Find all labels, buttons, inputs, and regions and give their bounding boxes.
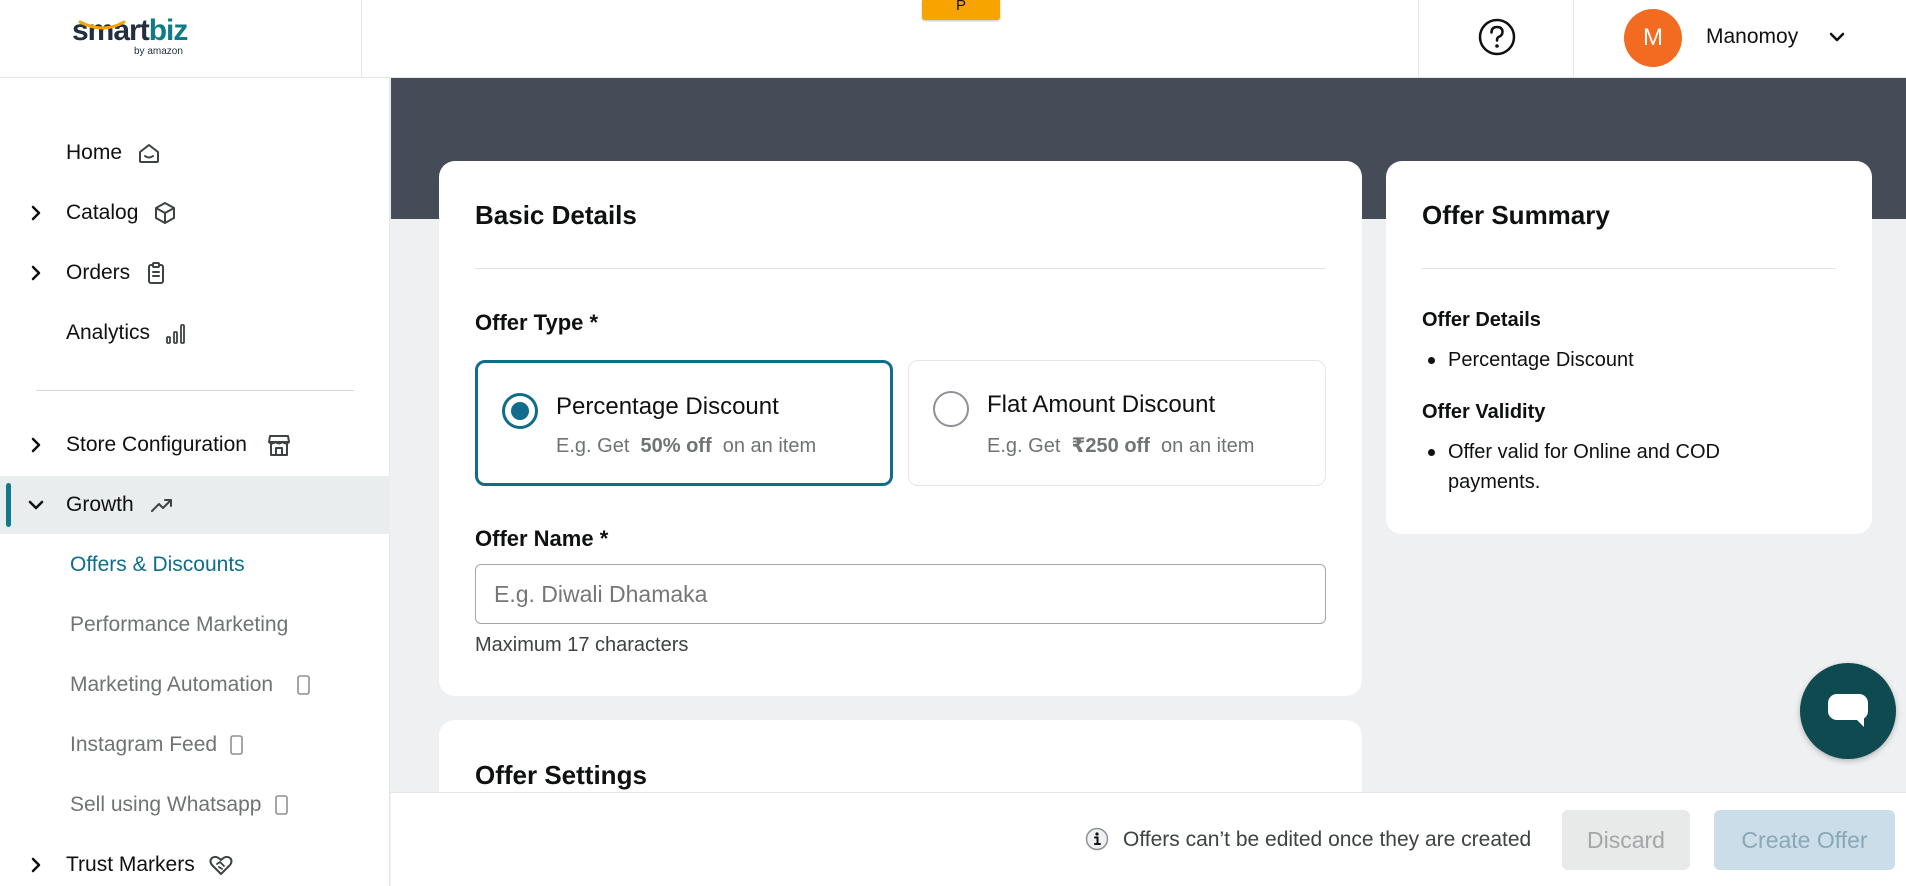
sidebar-subitem-label: Performance Marketing [70, 613, 289, 636]
chevron-right-icon [31, 437, 41, 453]
chevron-down-icon[interactable] [1826, 26, 1848, 48]
sidebar-subitem-offers-discounts[interactable]: Offers & Discounts [0, 541, 390, 591]
sidebar-item-growth[interactable]: Growth [0, 476, 390, 534]
logo-container: smartbiz by amazon [0, 0, 362, 78]
chevron-right-icon [31, 857, 41, 873]
option-title: Flat Amount Discount [987, 391, 1216, 418]
sidebar-item-label: Growth [66, 493, 134, 516]
help-icon[interactable] [1477, 17, 1517, 57]
option-example-prefix: E.g. Get [987, 435, 1061, 457]
percentage-radio[interactable] [502, 393, 538, 429]
sidebar-item-label: Analytics [66, 321, 151, 344]
heart-handshake-icon [209, 855, 233, 875]
sidebar: Home Catalog Orders Analytics Store Conf… [0, 78, 390, 886]
active-indicator [6, 483, 11, 527]
mobile-icon [230, 735, 243, 755]
section-divider [475, 268, 1326, 269]
sidebar-subitem-label: Instagram Feed [70, 733, 218, 756]
sidebar-item-label: Trust Markers [66, 853, 195, 876]
sidebar-subitem-sell-using-whatsapp[interactable]: Sell using Whatsapp [0, 781, 390, 831]
chevron-right-icon [31, 265, 41, 281]
sidebar-item-analytics[interactable]: Analytics [0, 304, 390, 362]
bullet [1428, 357, 1435, 364]
avatar[interactable]: M [1624, 9, 1682, 67]
help-container [1418, 0, 1574, 78]
cube-icon [155, 202, 175, 224]
option-example-suffix: on an item [1161, 435, 1255, 457]
sidebar-subitem-instagram-feed[interactable]: Instagram Feed [0, 721, 390, 771]
logo-smile-icon [78, 20, 126, 30]
info-icon [1085, 827, 1109, 851]
user-name[interactable]: Manomoy [1706, 25, 1798, 49]
summary-divider [1422, 268, 1836, 269]
offer-details-item-text: Percentage Discount [1448, 349, 1634, 371]
sidebar-item-orders[interactable]: Orders [0, 244, 390, 302]
smartbiz-logo[interactable]: smartbiz by amazon [72, 14, 202, 60]
sidebar-divider [36, 390, 354, 391]
offer-summary-title: Offer Summary [1422, 200, 1610, 230]
home-icon [139, 144, 159, 163]
offer-type-percentage-option[interactable]: Percentage Discount E.g. Get 50% off on … [475, 360, 893, 486]
basic-details-title: Basic Details [475, 200, 637, 230]
sidebar-item-label: Catalog [66, 201, 139, 224]
discard-button[interactable]: Discard [1562, 810, 1690, 870]
store-icon [268, 435, 290, 456]
offer-name-label: Offer Name * [475, 526, 609, 551]
option-title: Percentage Discount [556, 393, 779, 420]
offer-type-flat-amount-option[interactable]: Flat Amount Discount E.g. Get ₹250 off o… [908, 360, 1326, 486]
footer-info-text: Offers can’t be edited once they are cre… [1123, 828, 1532, 851]
bullet [1428, 449, 1435, 456]
sidebar-item-home[interactable]: Home [0, 124, 390, 182]
offer-validity-heading: Offer Validity [1422, 401, 1546, 423]
offer-validity-item-text: Offer valid for Online and COD payments. [1448, 441, 1720, 493]
offer-name-hint: Maximum 17 characters [475, 634, 689, 656]
logo-byline: by amazon [134, 46, 183, 57]
sidebar-item-catalog[interactable]: Catalog [0, 184, 390, 242]
flat-amount-radio[interactable] [933, 391, 969, 427]
logo-text-biz: biz [148, 14, 189, 47]
sidebar-item-trust-markers[interactable]: Trust Markers [0, 836, 390, 886]
offer-settings-title: Offer Settings [475, 760, 647, 790]
chevron-down-icon [28, 500, 44, 510]
environment-tab[interactable]: P [922, 0, 1000, 20]
offer-type-label: Offer Type * [475, 310, 599, 335]
option-example-prefix: E.g. Get [556, 435, 630, 457]
sidebar-subitem-label: Offers & Discounts [70, 553, 245, 576]
clipboard-icon [148, 262, 164, 284]
offer-details-heading: Offer Details [1422, 309, 1541, 331]
option-example-bold: 50% off [640, 435, 712, 457]
mobile-icon [297, 675, 310, 695]
mobile-icon [275, 795, 288, 815]
sidebar-subitem-performance-marketing[interactable]: Performance Marketing [0, 601, 390, 651]
sidebar-item-label: Home [66, 141, 123, 164]
top-header: smartbiz by amazon P M Manomoy [0, 0, 1906, 78]
trending-up-icon [151, 499, 172, 512]
sidebar-item-store-configuration[interactable]: Store Configuration [0, 416, 390, 474]
option-example-suffix: on an item [722, 435, 817, 457]
option-example: E.g. Get 50% off on an item [556, 435, 816, 458]
sidebar-item-label: Orders [66, 261, 131, 284]
option-example-bold: ₹250 off [1071, 435, 1150, 457]
option-example: E.g. Get ₹250 off on an item [987, 433, 1254, 458]
bar-chart-icon [166, 324, 185, 344]
chat-bubble-tail [1852, 715, 1864, 727]
sidebar-subitem-label: Marketing Automation [70, 673, 274, 696]
chevron-right-icon [31, 205, 41, 221]
create-offer-button[interactable]: Create Offer [1714, 810, 1895, 870]
sidebar-subitem-label: Sell using Whatsapp [70, 793, 262, 816]
chat-button[interactable] [1800, 663, 1896, 759]
offer-name-input[interactable] [475, 564, 1326, 624]
sidebar-item-label: Store Configuration [66, 433, 247, 456]
sidebar-subitem-marketing-automation[interactable]: Marketing Automation [0, 661, 390, 711]
